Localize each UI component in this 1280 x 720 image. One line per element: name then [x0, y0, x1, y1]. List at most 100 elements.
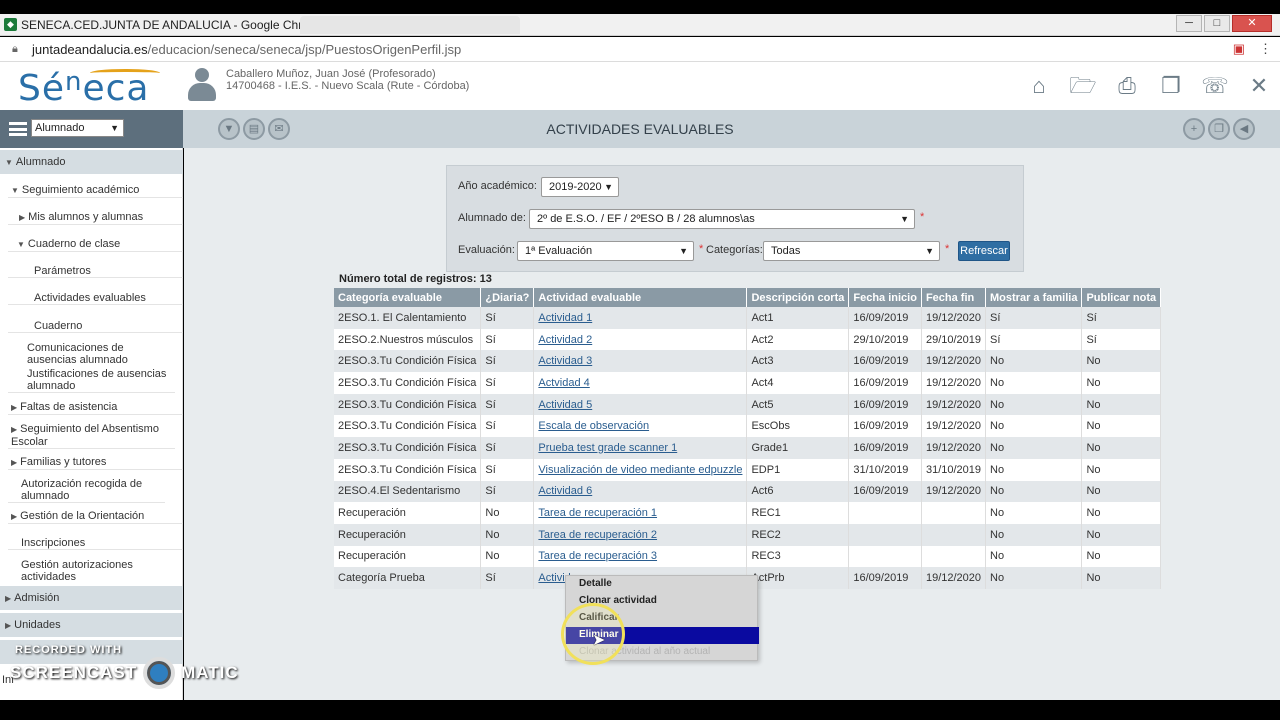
- activity-link[interactable]: Actividad 5: [533, 393, 748, 416]
- documents-icon[interactable]: ❐: [1156, 72, 1186, 100]
- column-header[interactable]: Actividad evaluable: [533, 288, 748, 307]
- extension-icon[interactable]: ▣: [1233, 41, 1245, 57]
- table-cell: Act3: [746, 350, 850, 373]
- table-cell: Sí: [1081, 328, 1162, 351]
- table-cell: 2ESO.3.Tu Condición Física: [334, 415, 482, 438]
- url-text[interactable]: juntadeandalucia.es/educacion/seneca/sen…: [32, 42, 461, 57]
- copy-icon[interactable]: ❐: [1208, 118, 1230, 140]
- window-controls: ─ □ ✕: [1176, 15, 1272, 32]
- activity-link[interactable]: Actvidad 4: [533, 372, 748, 394]
- table-cell: 2ESO.3.Tu Condición Física: [334, 393, 482, 416]
- categories-select[interactable]: Todas ▼: [763, 241, 940, 261]
- sidebar-item-parametros[interactable]: Parámetros: [0, 265, 183, 278]
- sidebar-item-justificaciones[interactable]: Justificaciones de ausencias alumnado: [0, 368, 175, 393]
- back-arrow-icon[interactable]: ◀: [1233, 118, 1255, 140]
- new-document-icon[interactable]: +: [1183, 118, 1205, 140]
- activity-link[interactable]: Tarea de recuperación 2: [533, 523, 748, 546]
- column-header[interactable]: Categoría evaluable: [334, 288, 482, 307]
- menu-item-detalle[interactable]: Detalle: [566, 576, 759, 593]
- sidebar-item-seguimiento[interactable]: ▼ Seguimiento académico: [0, 184, 183, 198]
- table-row[interactable]: 2ESO.2.Nuestros músculos Sí Actividad 2 Act…: [334, 328, 1162, 351]
- sidebar-item-inscripciones[interactable]: Inscripciones: [0, 537, 183, 550]
- table-row[interactable]: 2ESO.1. El Calentamiento Sí Actividad 1 Act…: [334, 307, 1162, 329]
- column-header[interactable]: Publicar nota: [1081, 288, 1162, 307]
- table-row[interactable]: Recuperación No Tarea de recuperación 1 REC…: [334, 502, 1162, 524]
- year-select[interactable]: 2019-2020 ▼: [541, 177, 619, 197]
- sidebar-item-admision[interactable]: ▶ Admisión: [0, 586, 183, 610]
- table-row[interactable]: 2ESO.3.Tu Condición Física Sí Actvidad 4 Ac…: [334, 372, 1162, 394]
- table-cell: No: [1081, 437, 1162, 459]
- sidebar-item-cuaderno-clase[interactable]: ▼ Cuaderno de clase: [0, 238, 183, 252]
- address-bar[interactable]: 🔒︎ juntadeandalucia.es/educacion/seneca/…: [0, 37, 1280, 62]
- column-header[interactable]: Fecha fin: [921, 288, 987, 307]
- table-cell: No: [1081, 458, 1162, 481]
- table-cell: No: [985, 502, 1083, 524]
- students-select[interactable]: 2º de E.S.O. / EF / 2ºESO B / 28 alumnos…: [529, 209, 915, 229]
- home-icon[interactable]: ⌂: [1024, 72, 1054, 100]
- activity-link[interactable]: Tarea de recuperación 3: [533, 545, 748, 568]
- activity-link[interactable]: Visualización de video mediante edpuzzle: [533, 458, 748, 481]
- screencast-logo-icon: [143, 657, 176, 689]
- table-cell: No: [1081, 545, 1162, 568]
- column-header[interactable]: Fecha inicio: [848, 288, 922, 307]
- table-cell: REC1: [746, 502, 850, 524]
- maximize-button[interactable]: □: [1204, 15, 1230, 32]
- activity-link[interactable]: Escala de observación: [533, 415, 748, 438]
- sidebar-item-autorizacion[interactable]: Autorización recogida de alumnado: [0, 478, 165, 503]
- table-cell: 2ESO.3.Tu Condición Física: [334, 372, 482, 394]
- table-cell: No: [1081, 480, 1162, 503]
- sidebar-item-unidades[interactable]: ▶ Unidades: [0, 613, 183, 637]
- table-row[interactable]: 2ESO.3.Tu Condición Física Sí Prueba test …: [334, 437, 1162, 459]
- column-header[interactable]: Descripción corta: [746, 288, 850, 307]
- table-cell: No: [1081, 372, 1162, 394]
- activity-link[interactable]: Actividad 6: [533, 480, 748, 503]
- table-cell: 19/12/2020: [921, 372, 987, 394]
- seneca-logo[interactable]: Séneca: [18, 67, 160, 109]
- activity-link[interactable]: Actividad 1: [533, 307, 748, 329]
- background-tab[interactable]: [300, 16, 520, 34]
- activity-link[interactable]: Actividad 2: [533, 328, 748, 351]
- mouse-cursor-icon: ➤: [592, 632, 606, 649]
- table-row[interactable]: 2ESO.3.Tu Condición Física Sí Actividad 5A…: [334, 393, 1162, 416]
- column-header[interactable]: Mostrar a familia: [985, 288, 1083, 307]
- sidebar-item-familias[interactable]: ▶ Familias y tutores: [0, 456, 183, 470]
- watermark-recorded: RECORDED WITH: [15, 644, 123, 656]
- phone-icon[interactable]: ☏: [1200, 72, 1230, 100]
- table-cell: 19/12/2020: [921, 480, 987, 503]
- sidebar-item-mis-alumnos[interactable]: ▶ Mis alumnos y alumnas: [0, 211, 183, 225]
- minimize-button[interactable]: ─: [1176, 15, 1202, 32]
- sidebar-item-orientacion[interactable]: ▶ Gestión de la Orientación: [0, 510, 183, 524]
- activity-link[interactable]: Tarea de recuperación 1: [533, 502, 748, 524]
- close-icon[interactable]: ✕: [1244, 72, 1274, 100]
- sidebar-item-autorizaciones[interactable]: Gestión autorizaciones actividades: [0, 559, 150, 583]
- table-row[interactable]: Recuperación No Tarea de recuperación 2 REC…: [334, 523, 1162, 546]
- table-row[interactable]: 2ESO.3.Tu Condición Física Sí Visualizació…: [334, 458, 1162, 481]
- sidebar-item-comunicaciones[interactable]: Comunicaciones de ausencias alumnado: [0, 342, 170, 366]
- bottom-border: [0, 700, 1280, 720]
- close-window-button[interactable]: ✕: [1232, 15, 1272, 32]
- sidebar-item-absentismo[interactable]: ▶ Seguimiento del Absentismo Escolar: [0, 423, 175, 449]
- activities-table: Categoría evaluable ¿Diaria? Actividad eva…: [334, 288, 1162, 589]
- table-row[interactable]: Recuperación No Tarea de recuperación 3 REC…: [334, 545, 1162, 568]
- table-cell: [921, 502, 987, 524]
- evaluation-select[interactable]: 1ª Evaluación ▼: [517, 241, 694, 261]
- activity-link[interactable]: Prueba test grade scanner 1: [533, 437, 748, 459]
- table-cell: No: [1081, 523, 1162, 546]
- table-row[interactable]: 2ESO.3.Tu Condición Física Sí Escala de ob…: [334, 415, 1162, 438]
- sidebar-item-faltas[interactable]: ▶ Faltas de asistencia: [0, 401, 183, 415]
- refresh-button[interactable]: Refrescar: [958, 241, 1010, 261]
- activity-link[interactable]: Actividad 3: [533, 350, 748, 373]
- print-icon[interactable]: ⎙: [1112, 72, 1142, 100]
- column-header[interactable]: ¿Diaria?: [480, 288, 535, 307]
- top-border: [0, 0, 1280, 14]
- sidebar-item-alumnado[interactable]: ▼ Alumnado: [0, 150, 183, 174]
- table-row[interactable]: 2ESO.3.Tu Condición Física Sí Actividad 3A…: [334, 350, 1162, 373]
- folder-icon[interactable]: 🗁: [1068, 72, 1098, 100]
- seneca-header: Séneca Caballero Muñoz, Juan José (Profe…: [0, 62, 1280, 110]
- chrome-menu-icon[interactable]: ⋮: [1259, 41, 1272, 57]
- required-marker: *: [945, 243, 950, 255]
- table-row[interactable]: 2ESO.4.El Sedentarismo Sí Actividad 6 Act6 1…: [334, 480, 1162, 503]
- table-cell: No: [985, 480, 1083, 503]
- sidebar-item-cuaderno[interactable]: Cuaderno: [0, 320, 183, 333]
- sidebar-item-actividades[interactable]: Actividades evaluables: [0, 292, 183, 305]
